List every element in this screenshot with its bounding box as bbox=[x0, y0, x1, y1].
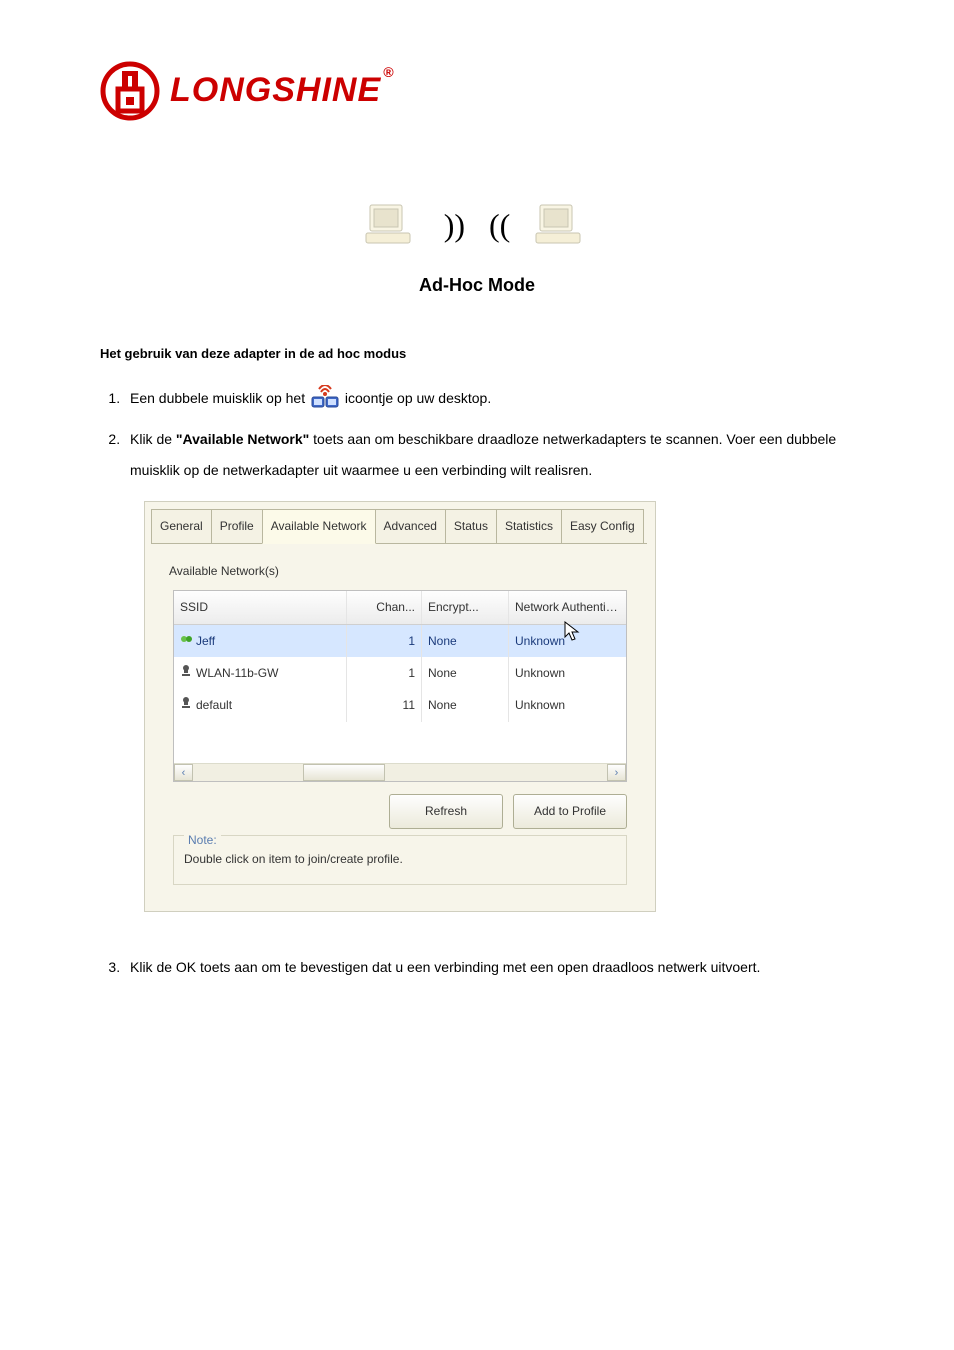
infra-network-icon bbox=[180, 660, 192, 686]
step-3: Klik de OK toets aan om te bevestigen da… bbox=[124, 952, 854, 983]
ssid-cell: Jeff bbox=[196, 628, 215, 654]
hero-section: )) (( Ad-Hoc Mode bbox=[100, 201, 854, 301]
computer-icon bbox=[364, 201, 420, 249]
hero-title: Ad-Hoc Mode bbox=[100, 269, 854, 301]
logo-mark-icon bbox=[100, 61, 160, 121]
col-ssid[interactable]: SSID bbox=[174, 591, 347, 623]
tab-easy-config[interactable]: Easy Config bbox=[561, 509, 644, 543]
col-auth[interactable]: Network Authenticati... bbox=[509, 591, 626, 623]
table-row[interactable]: WLAN-11b-GW 1NoneUnknown bbox=[174, 657, 626, 689]
step-2: Klik de "Available Network" toets aan om… bbox=[124, 424, 854, 912]
col-channel[interactable]: Chan... bbox=[347, 591, 422, 623]
note-box: Note: Double click on item to join/creat… bbox=[173, 835, 627, 885]
scroll-right-button[interactable]: › bbox=[607, 764, 626, 781]
scroll-left-button[interactable]: ‹ bbox=[174, 764, 193, 781]
encrypt-cell: None bbox=[422, 625, 509, 657]
refresh-button[interactable]: Refresh bbox=[389, 794, 503, 828]
tab-profile[interactable]: Profile bbox=[211, 509, 263, 543]
signal-right-icon: )) bbox=[444, 209, 465, 241]
tab-status[interactable]: Status bbox=[445, 509, 497, 543]
tab-row: General Profile Available Network Advanc… bbox=[145, 502, 655, 542]
infra-network-icon bbox=[180, 692, 192, 718]
listview-header[interactable]: SSID Chan... Encrypt... Network Authenti… bbox=[174, 591, 626, 624]
note-text: Double click on item to join/create prof… bbox=[184, 852, 403, 866]
registered-mark: ® bbox=[383, 64, 394, 80]
adhoc-network-icon bbox=[180, 628, 192, 654]
step-1: Een dubbele muisklik op het icoontje op … bbox=[124, 383, 854, 414]
channel-cell: 1 bbox=[347, 657, 422, 689]
add-to-profile-button[interactable]: Add to Profile bbox=[513, 794, 627, 828]
tab-advanced[interactable]: Advanced bbox=[375, 509, 446, 543]
auth-cell: Unknown bbox=[509, 625, 626, 657]
auth-cell: Unknown bbox=[509, 657, 626, 689]
computer-icon bbox=[534, 201, 590, 249]
horizontal-scrollbar[interactable]: ‹ › bbox=[174, 763, 626, 781]
tab-available-network[interactable]: Available Network bbox=[262, 509, 376, 543]
tab-statistics[interactable]: Statistics bbox=[496, 509, 562, 543]
note-legend: Note: bbox=[184, 827, 221, 853]
table-row[interactable]: Jeff 1NoneUnknown bbox=[174, 625, 626, 657]
network-listview[interactable]: SSID Chan... Encrypt... Network Authenti… bbox=[173, 590, 627, 782]
channel-cell: 1 bbox=[347, 625, 422, 657]
signal-left-icon: (( bbox=[489, 209, 510, 241]
scroll-thumb[interactable] bbox=[303, 764, 385, 781]
encrypt-cell: None bbox=[422, 689, 509, 721]
channel-cell: 11 bbox=[347, 689, 422, 721]
table-row[interactable]: default 11NoneUnknown bbox=[174, 689, 626, 721]
logo-text: LONGSHINE® bbox=[170, 60, 394, 121]
col-encrypt[interactable]: Encrypt... bbox=[422, 591, 509, 623]
step-2-emphasis: "Available Network" bbox=[176, 431, 309, 447]
panel-label: Available Network(s) bbox=[169, 558, 639, 584]
ssid-cell: default bbox=[196, 692, 232, 718]
section-heading: Het gebruik van deze adapter in de ad ho… bbox=[100, 342, 854, 365]
ssid-cell: WLAN-11b-GW bbox=[196, 660, 278, 686]
brand-logo: LONGSHINE® bbox=[100, 60, 854, 121]
auth-cell: Unknown bbox=[509, 689, 626, 721]
wifi-config-dialog: General Profile Available Network Advanc… bbox=[144, 501, 656, 912]
encrypt-cell: None bbox=[422, 657, 509, 689]
tab-general[interactable]: General bbox=[151, 509, 212, 543]
tray-app-icon bbox=[309, 385, 341, 413]
